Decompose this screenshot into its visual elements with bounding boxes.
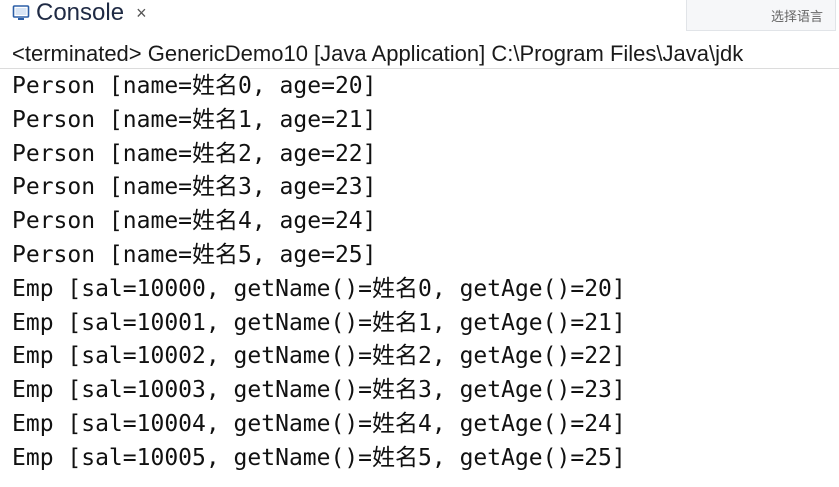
console-output[interactable]: Person [name=姓名0, age=20] Person [name=姓… — [12, 70, 626, 476]
output-line: Person [name=姓名4, age=24] — [12, 208, 377, 235]
divider — [0, 68, 839, 69]
console-icon — [12, 4, 30, 22]
output-line: Person [name=姓名2, age=22] — [12, 140, 377, 167]
output-line: Person [name=姓名1, age=21] — [12, 106, 377, 133]
output-line: Emp [sal=10004, getName()=姓名4, getAge()=… — [12, 410, 626, 437]
output-line: Emp [sal=10003, getName()=姓名3, getAge()=… — [12, 377, 626, 404]
ime-language-selector[interactable]: 选择语言 — [686, 0, 836, 31]
process-status-line: <terminated> GenericDemo10 [Java Applica… — [12, 41, 744, 66]
output-line: Emp [sal=10000, getName()=姓名0, getAge()=… — [12, 275, 626, 302]
output-line: Person [name=姓名0, age=20] — [12, 73, 377, 99]
output-line: Emp [sal=10001, getName()=姓名1, getAge()=… — [12, 309, 626, 336]
ime-language-label: 选择语言 — [770, 9, 823, 25]
output-line: Person [name=姓名3, age=23] — [12, 174, 377, 201]
console-tab-bar: Console × 选择语言 — [0, 0, 839, 34]
tab-console[interactable]: Console × — [12, 0, 147, 31]
tab-console-label: Console — [36, 0, 125, 26]
output-line: Emp [sal=10005, getName()=姓名5, getAge()=… — [12, 444, 626, 471]
output-line: Person [name=姓名5, age=25] — [12, 241, 377, 268]
close-icon[interactable]: × — [136, 3, 147, 24]
output-line: Emp [sal=10002, getName()=姓名2, getAge()=… — [12, 343, 626, 370]
